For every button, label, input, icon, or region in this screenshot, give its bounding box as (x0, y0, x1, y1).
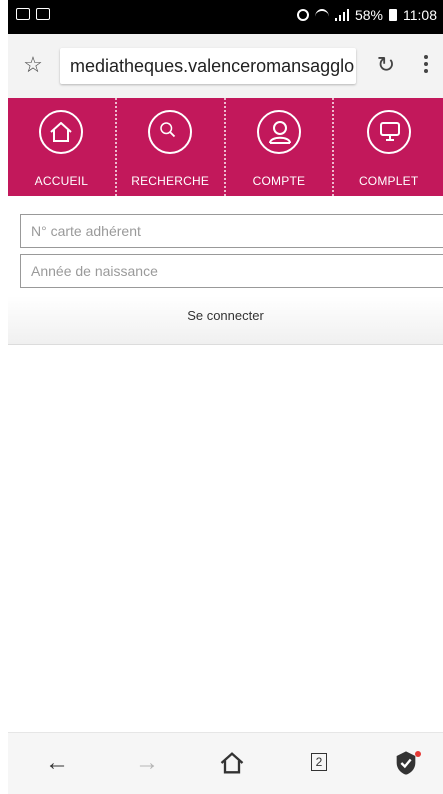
card-number-field[interactable] (20, 214, 443, 248)
signal-icon (334, 9, 349, 21)
clock: 11:08 (403, 7, 437, 23)
url-bar[interactable]: mediatheques.valenceromansagglo (60, 48, 356, 84)
browser-toolbar: ☆ mediatheques.valenceromansagglo ↻ (8, 34, 443, 99)
system-icons: 58% 11:08 (296, 7, 437, 23)
nav-label-recherche: RECHERCHE (131, 174, 210, 188)
notification-icons (16, 8, 50, 20)
back-arrow-icon[interactable]: ← (42, 749, 72, 779)
nav-label-compte: COMPTE (252, 174, 306, 188)
page-content-area (8, 346, 443, 732)
nav-item-recherche[interactable]: RECHERCHE (117, 98, 226, 196)
nav-item-complet[interactable]: COMPLET (334, 98, 443, 196)
monitor-icon (366, 110, 411, 154)
nav-label-accueil: ACCUEIL (34, 174, 89, 188)
battery-percent: 58% (354, 7, 383, 23)
login-button-label: Se connecter (187, 308, 264, 323)
login-form: Se connecter (8, 196, 443, 346)
more-options-icon[interactable] (416, 52, 436, 78)
wifi-icon (314, 9, 329, 21)
birth-year-field[interactable] (20, 254, 443, 288)
tabs-button[interactable]: 2 (306, 749, 336, 779)
main-navigation: ACCUEIL RECHERCHE COMPTE COMPLET (8, 98, 443, 196)
search-icon (148, 110, 193, 154)
home-icon (39, 110, 84, 154)
screen: 58% 11:08 ☆ mediatheques.valenceromansag… (0, 0, 443, 794)
reload-icon[interactable]: ↻ (373, 52, 399, 78)
status-bar: 58% 11:08 (8, 0, 443, 34)
alarm-icon (296, 9, 309, 21)
shield-icon[interactable] (391, 749, 421, 779)
left-edge (0, 0, 8, 794)
image-notification-icon (16, 8, 30, 20)
birth-year-input[interactable] (21, 255, 443, 287)
notification-dot (415, 751, 421, 757)
tab-count: 2 (311, 753, 327, 771)
card-number-input[interactable] (21, 215, 443, 247)
user-icon (256, 110, 301, 154)
mail-notification-icon (36, 8, 50, 20)
home-button-icon[interactable] (217, 749, 247, 779)
nav-label-complet: COMPLET (358, 174, 419, 188)
browser-bottom-bar: ← → 2 (8, 732, 443, 794)
login-button[interactable]: Se connecter (8, 296, 443, 345)
url-text: mediatheques.valenceromansagglo (70, 56, 355, 76)
forward-arrow-icon[interactable]: → (132, 749, 162, 779)
nav-item-accueil[interactable]: ACCUEIL (8, 98, 117, 196)
nav-item-compte[interactable]: COMPTE (226, 98, 335, 196)
phone-viewport: 58% 11:08 ☆ mediatheques.valenceromansag… (8, 0, 443, 794)
battery-icon (389, 9, 397, 21)
bookmark-star-icon[interactable]: ☆ (20, 52, 46, 78)
